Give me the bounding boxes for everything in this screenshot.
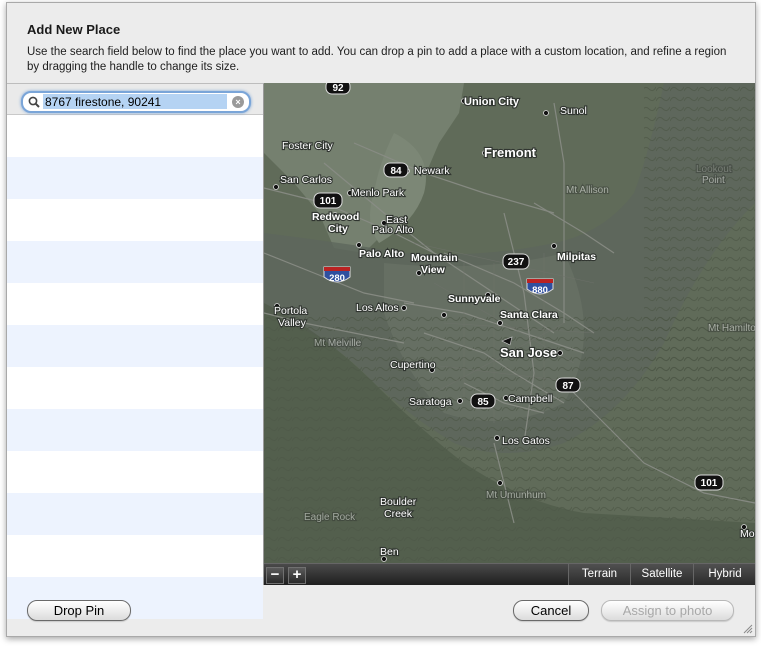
shield-label: 92 — [332, 83, 344, 94]
shield-label: 85 — [477, 397, 489, 408]
zoom-out-button[interactable]: − — [266, 567, 284, 584]
dialog-description: Use the search field below to find the p… — [27, 46, 727, 73]
results-list — [7, 115, 263, 619]
search-field[interactable]: × — [21, 91, 251, 113]
map-label: Creek — [384, 508, 413, 520]
map-type-terrain[interactable]: Terrain — [568, 564, 630, 585]
map-label: Eagle Rock — [304, 512, 356, 523]
list-item[interactable] — [7, 199, 263, 241]
list-item[interactable] — [7, 451, 263, 493]
list-item[interactable] — [7, 409, 263, 451]
list-item[interactable] — [7, 115, 263, 157]
magnifier-icon — [28, 96, 40, 108]
map-label: San Jose — [500, 345, 557, 360]
list-item[interactable] — [7, 157, 263, 199]
map-label: Mountain — [411, 252, 458, 264]
map-label: Los Altos — [356, 302, 399, 314]
map-label: City — [328, 223, 348, 235]
map-label: Campbell — [508, 393, 552, 405]
resize-grip-icon[interactable] — [743, 624, 753, 634]
map-label: Mt Melville — [314, 338, 362, 349]
map-label: Newark — [414, 165, 450, 177]
dialog-title: Add New Place — [27, 22, 121, 37]
map-label: Santa Clara — [500, 309, 558, 321]
map-label: Sunol — [560, 105, 587, 117]
map-label: Boulder — [380, 496, 417, 508]
cancel-button[interactable]: Cancel — [513, 600, 589, 621]
shield-label: 101 — [320, 196, 337, 207]
map-label: Point — [702, 175, 725, 186]
clear-icon[interactable]: × — [232, 96, 244, 108]
map-label: Mt Allison — [566, 185, 609, 196]
map-label: Valley — [278, 317, 307, 329]
shield-label: 84 — [390, 166, 402, 177]
add-new-place-dialog: Add New Place Use the search field below… — [6, 2, 756, 637]
map-label: Mt Umunhum — [486, 490, 546, 501]
list-item[interactable] — [7, 493, 263, 535]
map-toolbar: − + Terrain Satellite Hybrid — [264, 563, 755, 585]
shield-label: 87 — [562, 381, 574, 392]
map-label: Sunnyvale — [448, 293, 501, 305]
map-label: Palo Alto — [359, 248, 404, 260]
shield-label: 280 — [329, 273, 345, 284]
list-item[interactable] — [7, 325, 263, 367]
map-label: Fremont — [484, 145, 537, 160]
map-canvas[interactable]: 92 84 101 237 280 880 85 87 101 Union Ci… — [264, 83, 755, 584]
map-label: Union City — [464, 96, 520, 108]
map-label: Milpitas — [557, 251, 596, 263]
map-label: Portola — [274, 305, 307, 317]
list-item[interactable] — [7, 283, 263, 325]
map-label: Mo — [740, 528, 755, 540]
map-label: View — [421, 264, 446, 276]
shield-label: 237 — [508, 257, 525, 268]
search-bar: × — [7, 84, 263, 115]
map-type-hybrid[interactable]: Hybrid — [693, 564, 755, 585]
map-label: Palo Alto — [372, 224, 414, 236]
map-view[interactable]: 92 84 101 237 280 880 85 87 101 Union Ci… — [264, 83, 755, 584]
zoom-in-button[interactable]: + — [288, 567, 306, 584]
list-item[interactable] — [7, 241, 263, 283]
list-item[interactable] — [7, 367, 263, 409]
drop-pin-button[interactable]: Drop Pin — [27, 600, 131, 621]
map-label: Menlo Park — [351, 187, 405, 199]
map-label: Saratoga — [409, 396, 452, 408]
map-label: San Carlos — [280, 174, 332, 186]
search-input[interactable] — [43, 94, 227, 109]
shield-label: 101 — [701, 478, 718, 489]
list-item[interactable] — [7, 535, 263, 577]
map-type-satellite[interactable]: Satellite — [630, 564, 693, 585]
map-label: Foster City — [282, 140, 334, 152]
shield-label: 880 — [532, 285, 548, 296]
map-label: Mt Hamilto — [708, 323, 755, 334]
map-label: Redwood — [312, 211, 359, 223]
assign-to-photo-button[interactable]: Assign to photo — [601, 600, 734, 621]
map-label: Ben — [380, 546, 399, 558]
map-label: Lookout — [696, 164, 732, 175]
results-pane: × — [7, 83, 264, 619]
map-label: Los Gatos — [502, 435, 550, 447]
map-label: Cupertino — [390, 359, 436, 371]
